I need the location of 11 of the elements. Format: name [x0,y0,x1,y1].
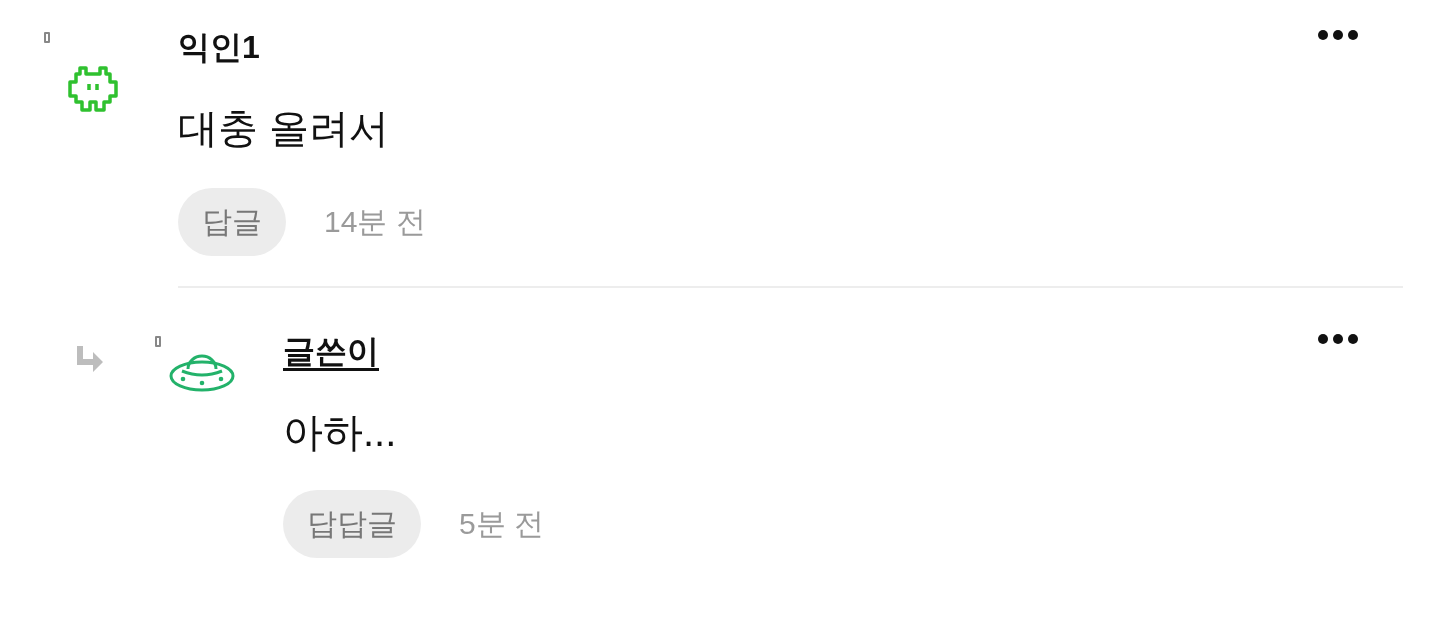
rectangle-icon [155,336,161,347]
author-name: 익인1 [178,28,260,67]
comment-text: 대충 올려서 [178,105,391,152]
timestamp: 14분 전 [324,203,426,240]
reply-button[interactable]: 답답글 [283,490,421,558]
author-name[interactable]: 글쓴이 [283,330,379,374]
reply-button[interactable]: 답글 [178,188,286,256]
rectangle-icon [44,32,50,43]
comment-text: 아하... [283,409,398,456]
timestamp: 5분 전 [459,505,545,542]
reply-arrow-icon [75,346,105,374]
